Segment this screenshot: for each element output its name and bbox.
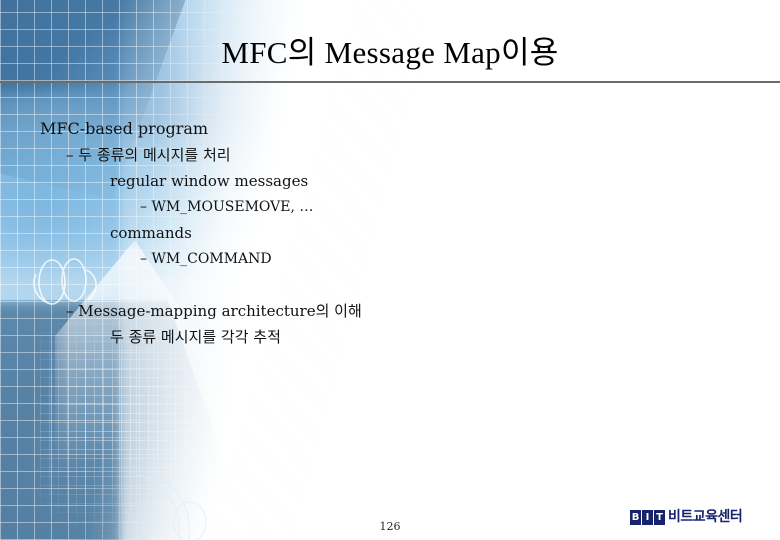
slide-body: MFC-based program – 두 종류의 메시지를 처리 regula…: [0, 116, 780, 350]
bullet-line-8: 두 종류 메시지를 각각 추적: [110, 328, 281, 346]
bullet-line-4: commands: [110, 224, 192, 242]
bullet-line-0: MFC-based program: [40, 119, 209, 138]
bullet-line-5: – WM_COMMAND: [140, 251, 272, 267]
bit-logo: B I T 비트교육센터: [630, 509, 743, 525]
bit-logo-text: 비트교육센터: [668, 509, 743, 525]
background-fine-grid-overlay: [40, 320, 230, 540]
bit-logo-mark: B I T: [630, 510, 665, 525]
slide-canvas: MFC의 Message Map이용 MFC-based program – 두…: [0, 0, 780, 540]
bullet-line-1: – 두 종류의 메시지를 처리: [66, 146, 231, 164]
logo-letter-i: I: [642, 510, 653, 525]
logo-letter-t: T: [654, 510, 665, 525]
slide-title: MFC의 Message Map이용: [221, 35, 559, 70]
logo-letter-b: B: [630, 510, 641, 525]
title-divider: [0, 81, 780, 83]
bullet-line-3: – WM_MOUSEMOVE, …: [140, 199, 314, 215]
bullet-line-7: – Message-mapping architecture의 이해: [66, 302, 362, 320]
bullet-line-2: regular window messages: [110, 172, 309, 190]
